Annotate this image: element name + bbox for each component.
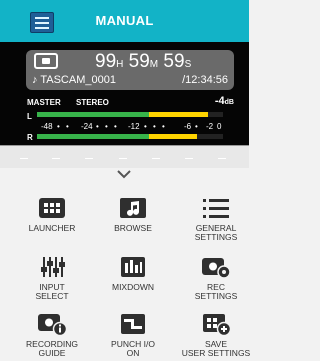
mixdown-icon: [118, 255, 148, 279]
browse-icon: [118, 196, 148, 220]
input-select-button[interactable]: INPUT SELECT: [12, 255, 92, 301]
meter-scale: -48 • • -24 • • • -12 • • • -6 • -2 0: [41, 122, 222, 131]
left-channel-label: L: [27, 112, 32, 121]
recording-guide-button[interactable]: RECORDING GUIDE: [12, 312, 92, 358]
launcher-button[interactable]: LAUNCHER: [12, 196, 92, 233]
general-settings-icon: [201, 196, 231, 220]
peak-level: -4dB: [214, 95, 234, 107]
save-user-settings-button[interactable]: SAVE USER SETTINGS: [176, 312, 256, 358]
left-meter: [37, 112, 223, 117]
right-channel-label: R: [27, 133, 33, 142]
recorder-status-panel: 99H 59M 59S ♪ TASCAM_0001 /12:34:56 MAST…: [0, 42, 249, 145]
mixdown-button[interactable]: MIXDOWN: [93, 255, 173, 292]
right-meter: [37, 134, 223, 139]
divider-strip: [0, 145, 249, 168]
recording-time-panel: 99H 59M 59S ♪ TASCAM_0001 /12:34:56: [26, 50, 234, 90]
elapsed-time: 99H 59M 59S: [95, 51, 192, 72]
input-select-icon: [37, 255, 67, 279]
rec-settings-button[interactable]: REC SETTINGS: [176, 255, 256, 301]
browse-button[interactable]: BROWSE: [93, 196, 173, 233]
stop-icon[interactable]: [34, 53, 58, 69]
save-user-settings-icon: [201, 312, 232, 337]
meter-type-label: STEREO: [76, 98, 109, 107]
punch-io-icon: [118, 312, 148, 336]
page-title: MANUAL: [95, 13, 154, 28]
recording-guide-icon: [37, 312, 68, 337]
meter-mode-label: MASTER: [27, 98, 61, 107]
general-settings-button[interactable]: GENERAL SETTINGS: [176, 196, 256, 242]
file-name: ♪ TASCAM_0001: [32, 74, 116, 86]
launcher-icon: [37, 196, 67, 220]
remaining-time: /12:34:56: [182, 74, 228, 86]
title-bar: MANUAL: [0, 0, 249, 42]
punch-io-button[interactable]: PUNCH I/O ON: [93, 312, 173, 358]
rec-settings-icon: [201, 255, 231, 279]
chevron-down-icon[interactable]: [116, 168, 132, 180]
